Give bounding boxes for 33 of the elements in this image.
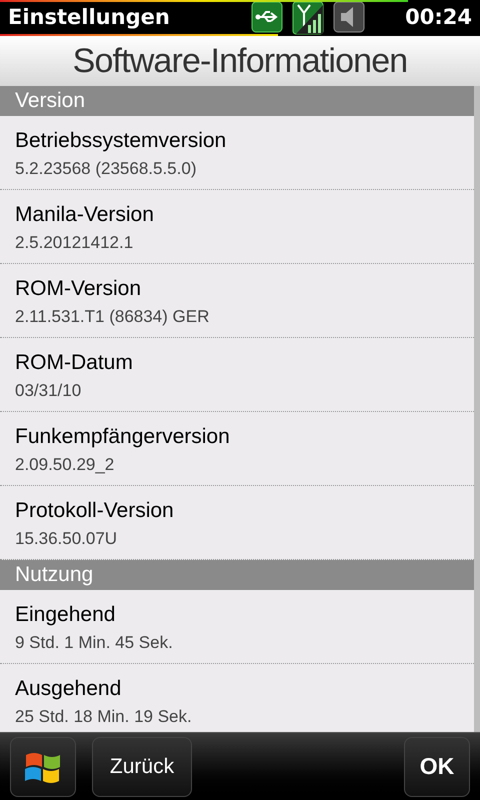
back-button[interactable]: Zurück [92, 736, 192, 796]
start-button[interactable] [10, 736, 76, 796]
info-label: Funkempfängerversion [15, 424, 230, 450]
info-row[interactable]: ROM-Datum 03/31/10 [0, 338, 474, 412]
info-label: Ausgehend [15, 676, 122, 702]
section-header: Version [15, 88, 86, 114]
ok-button[interactable]: OK [404, 736, 470, 796]
app-title: Einstellungen [8, 4, 170, 32]
usb-icon[interactable] [251, 1, 284, 33]
info-value: 2.11.531.T1 (86834) GER [15, 306, 210, 328]
info-label: Eingehend [15, 602, 116, 628]
info-value: 2.09.50.29_2 [15, 454, 114, 476]
info-row[interactable]: Eingehend 9 Std. 1 Min. 45 Sek. [0, 590, 474, 664]
info-value: 2.5.20121412.1 [15, 232, 134, 254]
info-label: Protokoll-Version [15, 498, 174, 524]
page-title: Software-Informationen [72, 40, 408, 82]
info-value: 5.2.23568 (23568.5.5.0) [15, 158, 196, 180]
info-row[interactable]: ROM-Version 2.11.531.T1 (86834) GER [0, 264, 474, 338]
info-label: Manila-Version [15, 202, 154, 228]
info-label: ROM-Datum [15, 350, 133, 376]
signal-icon[interactable] [292, 1, 324, 35]
section-header: Nutzung [15, 562, 94, 588]
speaker-icon[interactable] [333, 1, 366, 33]
info-row[interactable]: Funkempfängerversion 2.09.50.29_2 [0, 412, 474, 486]
info-label: Betriebssystemversion [15, 128, 226, 154]
info-value: 9 Std. 1 Min. 45 Sek. [15, 632, 173, 654]
info-value: 15.36.50.07U [15, 528, 118, 550]
clock: 00:24 [405, 4, 472, 32]
info-label: ROM-Version [15, 276, 142, 302]
info-value: 03/31/10 [15, 380, 82, 402]
info-row[interactable]: Betriebssystemversion 5.2.23568 (23568.5.5.0) [0, 116, 474, 190]
info-value: 25 Std. 18 Min. 19 Sek. [15, 706, 192, 728]
info-row[interactable]: Manila-Version 2.5.20121412.1 [0, 190, 474, 264]
